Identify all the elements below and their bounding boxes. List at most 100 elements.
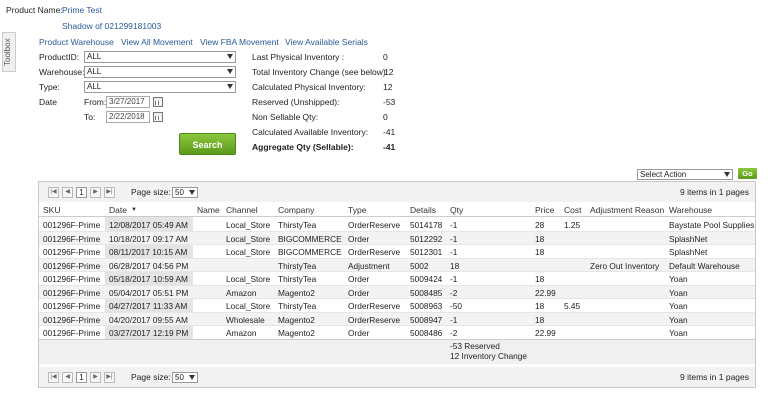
page-size-select[interactable]: 50 bbox=[172, 372, 198, 383]
column-header[interactable]: Qty bbox=[450, 205, 463, 215]
column-header[interactable]: Details bbox=[410, 205, 436, 215]
toolbox-tab[interactable]: Toolbox bbox=[2, 32, 16, 72]
product-name-label: Product Name: bbox=[6, 5, 63, 15]
bottom-pager: |◀ ◀ 1 ▶ ▶| Page size: 50 9 items in 1 p… bbox=[39, 367, 755, 387]
table-cell: BIGCOMMERCE bbox=[278, 247, 342, 257]
go-button[interactable]: Go bbox=[738, 168, 757, 179]
table-row[interactable]: 001296F-Prime 08/11/2017 10:15 AM Local_St… bbox=[39, 245, 755, 259]
table-cell: Order bbox=[348, 274, 370, 284]
column-header[interactable]: Adjustment Reason bbox=[590, 205, 664, 215]
table-cell: -2 bbox=[450, 328, 458, 338]
nav-link[interactable]: View Available Serials bbox=[285, 37, 368, 47]
column-header[interactable]: Cost bbox=[564, 205, 581, 215]
table-cell: BIGCOMMERCE bbox=[278, 233, 342, 244]
table-cell: 05/18/2017 10:59 AM bbox=[109, 274, 188, 284]
table-cell: Local_Store bbox=[226, 301, 271, 311]
stat-value: 12 bbox=[384, 67, 394, 77]
table-cell: Yoan bbox=[669, 301, 688, 311]
summary-reserved: -53 Reserved bbox=[450, 341, 500, 351]
stat-value: 0 bbox=[383, 112, 388, 122]
next-page-icon[interactable]: ▶ bbox=[90, 187, 101, 198]
type-label: Type: bbox=[39, 82, 60, 92]
items-info: 9 items in 1 pages bbox=[680, 372, 749, 382]
warehouse-select[interactable]: ALL bbox=[84, 66, 236, 78]
table-cell: -1 bbox=[450, 220, 458, 230]
table-row[interactable]: 001296F-Prime 05/04/2017 05:51 PM Amazon Ma… bbox=[39, 285, 755, 299]
first-page-icon[interactable]: |◀ bbox=[48, 187, 59, 198]
table-cell: SplashNet bbox=[669, 247, 708, 257]
table-row[interactable]: 001296F-Prime 06/28/2017 04:56 PM ThirstyT… bbox=[39, 258, 755, 272]
table-cell: Baystate Pool Supplies bbox=[669, 220, 755, 230]
calendar-icon[interactable] bbox=[153, 112, 163, 122]
page-number[interactable]: 1 bbox=[76, 372, 87, 383]
table-cell: -50 bbox=[450, 301, 462, 311]
table-cell: 5012292 bbox=[410, 233, 443, 244]
table-cell: 001296F-Prime bbox=[43, 287, 101, 298]
column-header[interactable]: Warehouse bbox=[669, 205, 712, 215]
chevron-down-icon bbox=[189, 375, 195, 380]
table-cell: Magento2 bbox=[278, 328, 315, 338]
table-cell: -1 bbox=[450, 274, 458, 284]
last-page-icon[interactable]: ▶| bbox=[104, 372, 115, 383]
table-cell: SplashNet bbox=[669, 233, 708, 244]
from-label: From: bbox=[84, 97, 107, 107]
stat-value: 12 bbox=[383, 82, 393, 92]
stat-label: Last Physical Inventory : bbox=[252, 52, 345, 62]
top-pager: |◀ ◀ 1 ▶ ▶| Page size: 50 9 items in 1 p… bbox=[39, 182, 755, 202]
stat-label: Non Sellable Qty: bbox=[252, 112, 319, 122]
table-cell: Adjustment bbox=[348, 260, 390, 271]
page-size-select[interactable]: 50 bbox=[172, 187, 198, 198]
column-header[interactable]: SKU bbox=[43, 205, 60, 215]
table-cell: 001296F-Prime bbox=[43, 233, 101, 244]
table-cell: 18 bbox=[535, 274, 545, 284]
table-cell: -1 bbox=[450, 247, 458, 257]
table-cell: 18 bbox=[450, 260, 460, 271]
chevron-down-icon bbox=[724, 172, 730, 177]
to-date-input[interactable]: 2/22/2018 bbox=[106, 111, 150, 123]
prev-page-icon[interactable]: ◀ bbox=[62, 187, 73, 198]
column-header[interactable]: Type bbox=[348, 205, 366, 215]
column-header[interactable]: Name bbox=[197, 205, 220, 215]
table-cell: Default Warehouse bbox=[669, 260, 740, 271]
table-cell: 5014178 bbox=[410, 220, 443, 230]
column-header[interactable]: Date bbox=[109, 205, 127, 215]
table-cell: 28 bbox=[535, 220, 545, 230]
shadow-of-link[interactable]: Shadow of 021299181003 bbox=[62, 21, 161, 31]
table-row[interactable]: 001296F-Prime 10/18/2017 09:17 AM Local_St… bbox=[39, 231, 755, 245]
table-row[interactable]: 001296F-Prime 03/27/2017 12:19 PM Amazon Ma… bbox=[39, 326, 755, 340]
table-row[interactable]: 001296F-Prime 04/20/2017 09:55 AM Wholesal… bbox=[39, 312, 755, 326]
table-row[interactable]: 001296F-Prime 05/18/2017 10:59 AM Local_St… bbox=[39, 272, 755, 286]
grid-summary: -53 Reserved 12 Inventory Change bbox=[39, 339, 755, 364]
column-header[interactable]: Company bbox=[278, 205, 314, 215]
chevron-down-icon bbox=[189, 190, 195, 195]
last-page-icon[interactable]: ▶| bbox=[104, 187, 115, 198]
nav-link[interactable]: View FBA Movement bbox=[200, 37, 279, 47]
table-cell: 12/08/2017 05:49 AM bbox=[109, 220, 188, 230]
action-select[interactable]: Select Action bbox=[637, 169, 733, 180]
table-row[interactable]: 001296F-Prime 12/08/2017 05:49 AM Local_St… bbox=[39, 218, 755, 232]
sort-desc-icon[interactable]: ▼ bbox=[131, 207, 137, 213]
movement-grid: |◀ ◀ 1 ▶ ▶| Page size: 50 9 items in 1 p… bbox=[38, 181, 756, 388]
column-header[interactable]: Price bbox=[535, 205, 554, 215]
table-cell: OrderReserve bbox=[348, 220, 401, 230]
next-page-icon[interactable]: ▶ bbox=[90, 372, 101, 383]
table-row[interactable]: 001296F-Prime 04/27/2017 11:33 AM Local_St… bbox=[39, 299, 755, 313]
table-cell: 03/27/2017 12:19 PM bbox=[109, 328, 189, 338]
nav-link[interactable]: Product Warehouse bbox=[39, 37, 114, 47]
page-number[interactable]: 1 bbox=[76, 187, 87, 198]
calendar-icon[interactable] bbox=[153, 97, 163, 107]
prev-page-icon[interactable]: ◀ bbox=[62, 372, 73, 383]
table-cell: 18 bbox=[535, 233, 545, 244]
search-button[interactable]: Search bbox=[179, 133, 236, 155]
table-cell: ThirstyTea bbox=[278, 274, 317, 284]
table-cell: 5009424 bbox=[410, 274, 443, 284]
from-date-input[interactable]: 3/27/2017 bbox=[106, 96, 150, 108]
table-cell: 001296F-Prime bbox=[43, 328, 101, 338]
type-select[interactable]: ALL bbox=[84, 81, 236, 93]
stat-value: -41 bbox=[383, 127, 396, 137]
table-cell: -1 bbox=[450, 233, 458, 244]
column-header[interactable]: Channel bbox=[226, 205, 258, 215]
nav-link[interactable]: View All Movement bbox=[121, 37, 193, 47]
first-page-icon[interactable]: |◀ bbox=[48, 372, 59, 383]
productid-select[interactable]: ALL bbox=[84, 51, 236, 63]
